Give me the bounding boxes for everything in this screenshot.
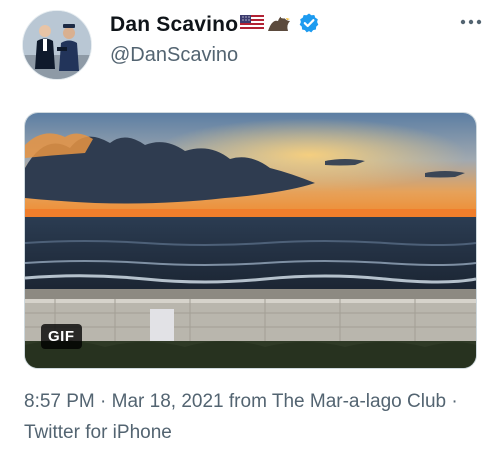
separator: · [451, 391, 458, 412]
separator: · [100, 391, 107, 412]
author-names: Dan Scavino @DanScavino [110, 12, 320, 67]
tweet-header: Dan Scavino @DanScavino [22, 10, 482, 80]
gif-badge: GIF [41, 324, 82, 349]
sunset-ocean-image [25, 113, 476, 368]
tweet-source[interactable]: Twitter for iPhone [24, 422, 172, 443]
tweet-media-gif[interactable]: GIF [24, 112, 477, 369]
display-name-row: Dan Scavino [110, 12, 320, 38]
author-handle[interactable]: @DanScavino [110, 44, 320, 67]
tweet-location[interactable]: The Mar-a-lago Club [272, 391, 446, 412]
more-options-button[interactable] [446, 12, 482, 32]
eagle-icon [266, 13, 292, 38]
tweet-time[interactable]: 8:57 PM [24, 391, 95, 412]
tweet-metadata: 8:57 PM · Mar 18, 2021 from The Mar-a-la… [24, 386, 476, 448]
us-flag-icon [240, 14, 265, 36]
verified-badge-icon [298, 12, 320, 39]
more-dots-icon [460, 19, 482, 25]
location-prefix: from [228, 391, 267, 412]
avatar[interactable] [22, 10, 92, 80]
tweet-date[interactable]: Mar 18, 2021 [112, 391, 224, 412]
display-name[interactable]: Dan Scavino [110, 13, 238, 37]
